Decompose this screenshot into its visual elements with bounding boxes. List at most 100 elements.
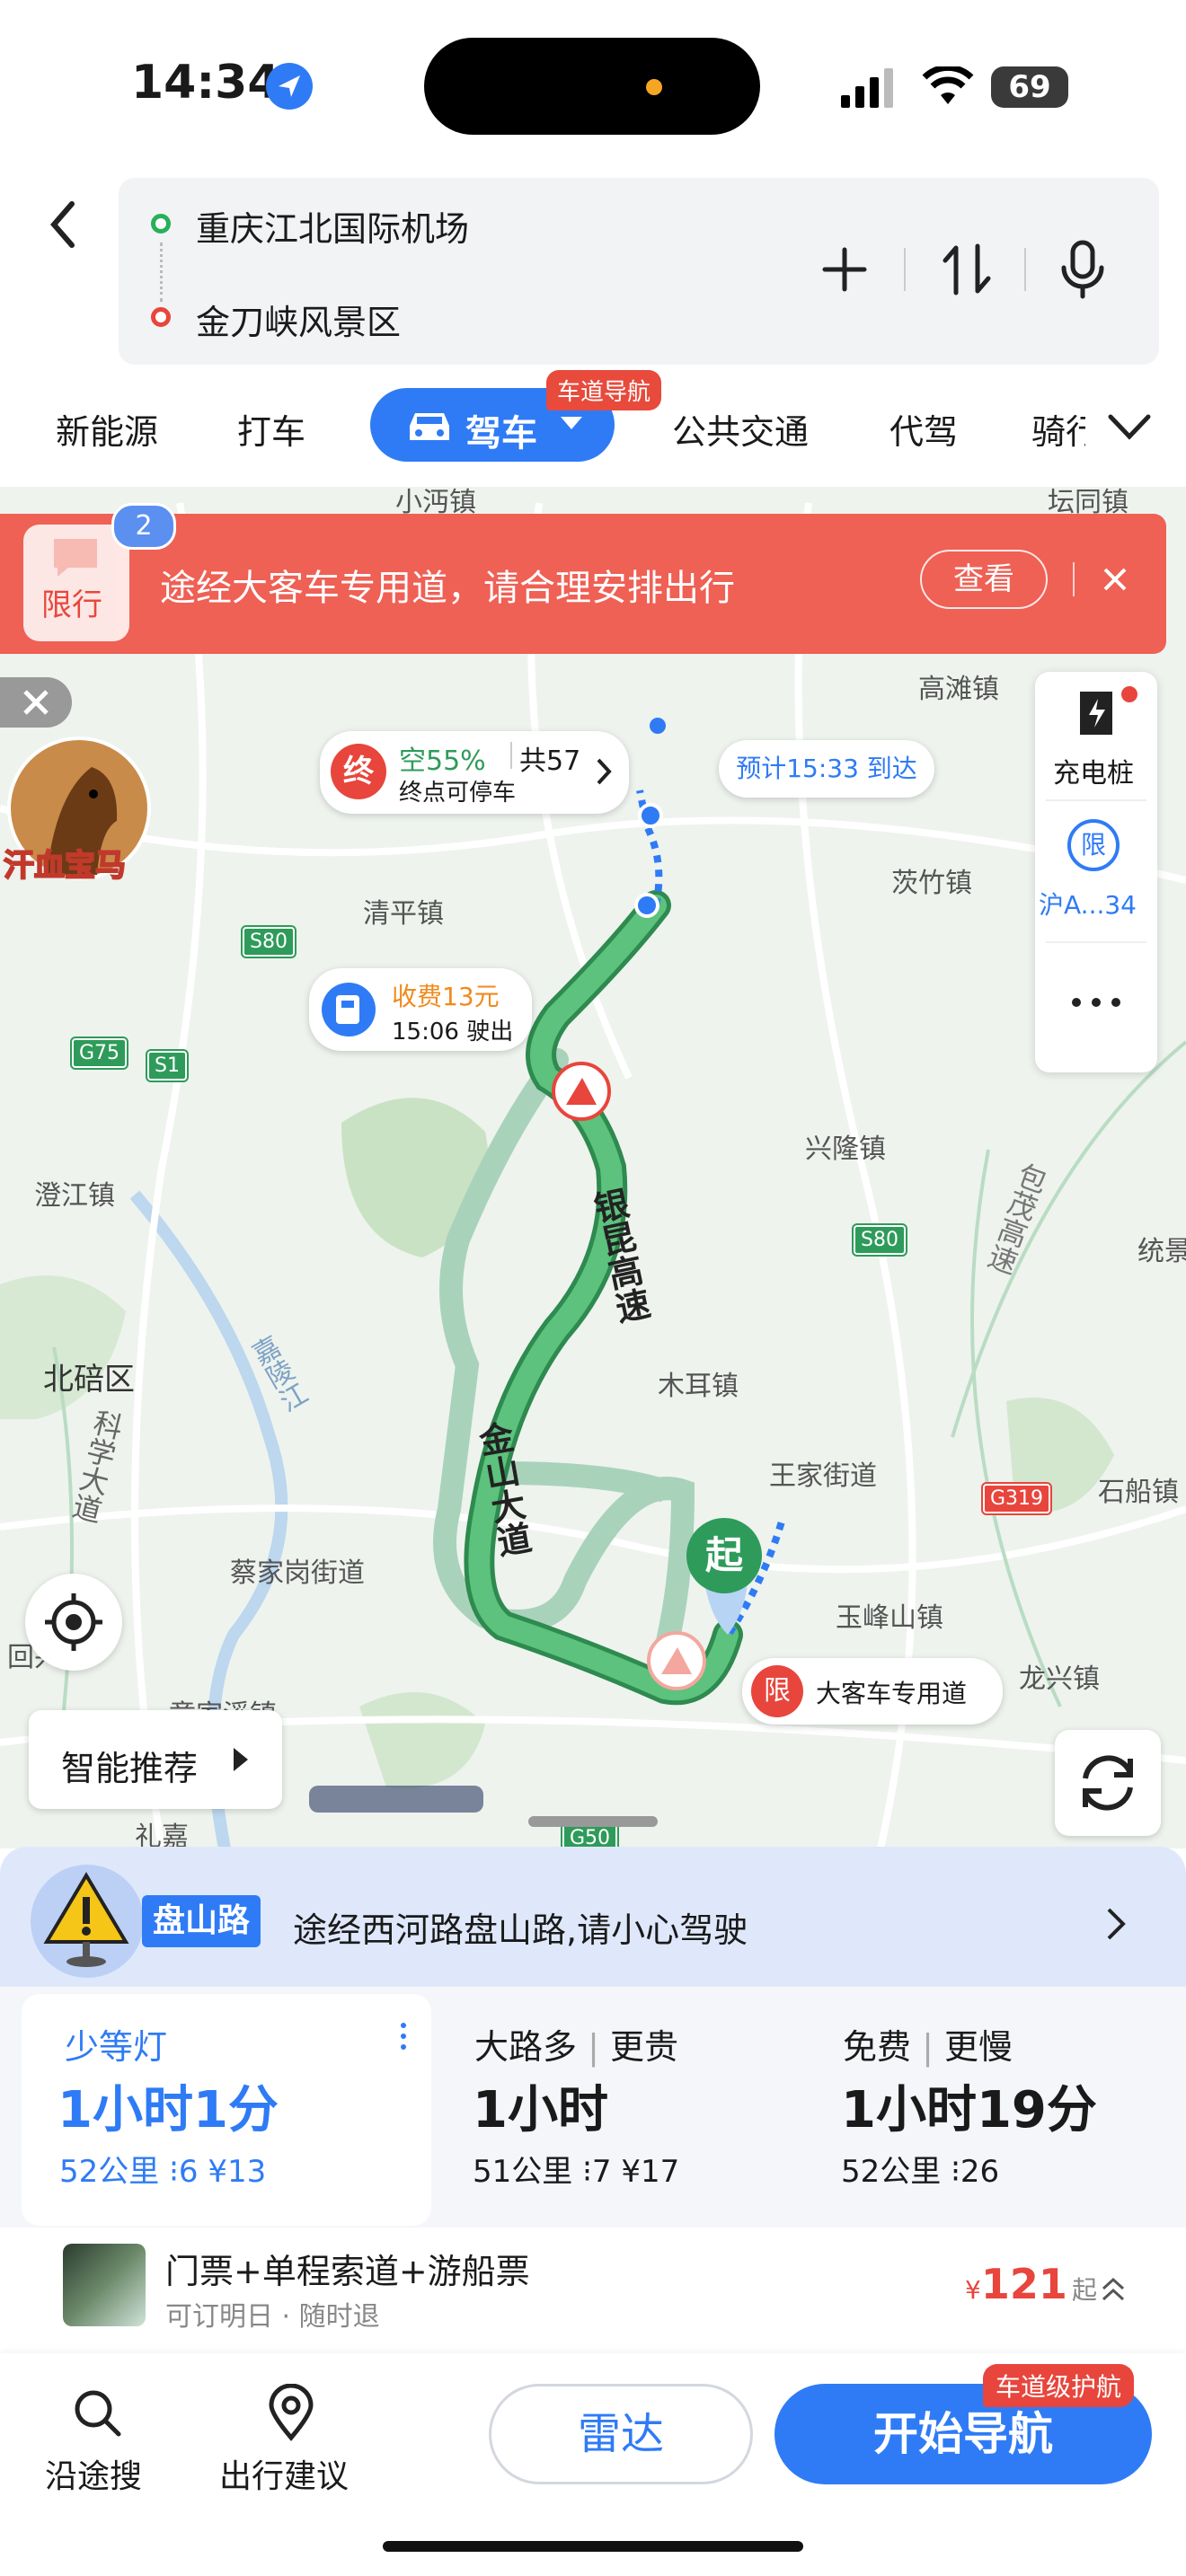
tab-driving-label: 驾车 [465, 413, 537, 454]
locate-button[interactable] [25, 1574, 122, 1671]
chevron-down-icon [561, 417, 582, 429]
route-duration: 1小时1分 [58, 2081, 279, 2139]
swap-route-icon[interactable] [942, 241, 992, 298]
message-icon [54, 539, 97, 577]
chevron-up-icon[interactable] [1100, 2276, 1127, 2303]
road-warning[interactable]: 盘山路 途经西河路盘山路,请小心驾驶 [0, 1847, 1186, 1998]
route-option-card[interactable]: 少等灯 1小时1分 52公里 ⁝6 ¥13 [22, 1994, 431, 2226]
close-mascot-button[interactable] [0, 677, 72, 728]
chevron-right-icon [1107, 1908, 1126, 1940]
road-shield: S80 [241, 925, 296, 958]
tab-taxi[interactable]: 打车 [237, 404, 305, 454]
more-options-icon[interactable] [399, 2021, 408, 2051]
ticket-offer[interactable]: 门票+单程索道+游船票 可订明日 · 随时退 ¥121 起 [22, 2228, 1164, 2346]
traffic-light-icon: ⁝ [169, 2154, 179, 2190]
route-title: 大路多 | 更贵 [474, 2027, 678, 2067]
travel-advice-button[interactable]: 出行建议 [214, 2382, 367, 2499]
road-shield: G75 [69, 1037, 129, 1070]
add-stop-icon[interactable] [819, 244, 870, 295]
parking-callout[interactable]: 终 空55% 共57 终点可停车 [320, 731, 629, 814]
sheet-drag-handle[interactable] [528, 1816, 658, 1827]
voice-input-icon[interactable] [1058, 239, 1107, 302]
status-bar: 14:34 69 [0, 0, 1186, 171]
notification-dot [1121, 686, 1137, 702]
place-label: 蔡家岗街道 [230, 1557, 365, 1589]
tab-cycling[interactable]: 骑行 [1031, 404, 1085, 454]
toll-callout[interactable]: 收费13元 15:06 驶出 [309, 968, 532, 1051]
alert-message: 途经大客车专用道，请合理安排出行 [160, 568, 735, 609]
locate-icon [45, 1593, 102, 1651]
route-duration: 1小时 [473, 2081, 608, 2139]
parking-note: 终点可停车 [399, 780, 517, 807]
traffic-light-count: 6 [178, 2154, 199, 2190]
place-label: 龙兴镇 [1019, 1663, 1100, 1695]
route-meta: 52公里 ⁝26 [841, 2147, 999, 2191]
origin-dot-icon [151, 214, 171, 234]
destination-field[interactable]: 金刀峡风景区 [196, 295, 401, 344]
route-fee: ¥13 [208, 2154, 267, 2190]
bus-lane-callout[interactable]: 限 大客车专用道 [742, 1658, 1003, 1725]
route-option-card[interactable]: 大路多 | 更贵 1小时 51公里 ⁝7 ¥17 [446, 1994, 805, 2226]
plate-restriction-button[interactable]: 限 沪A...34 [1035, 807, 1157, 934]
winding-road-tag: 盘山路 [142, 1895, 261, 1947]
toll-exit: 15:06 驶出 [392, 1019, 514, 1045]
tab-new-energy[interactable]: 新能源 [56, 404, 158, 454]
tab-transit[interactable]: 公共交通 [672, 404, 809, 454]
charging-label: 充电桩 [1053, 758, 1134, 790]
ticket-thumbnail [63, 2244, 146, 2326]
road-shield: G50 [560, 1822, 620, 1848]
restriction-label: 限行 [41, 587, 102, 623]
traffic-light-count: 7 [591, 2154, 612, 2190]
restriction-icon: 限 [1067, 819, 1120, 871]
search-along-button[interactable]: 沿途搜 [41, 2382, 158, 2499]
plate-number: 沪A...34 [1039, 890, 1137, 920]
smart-recommend-label: 智能推荐 [61, 1749, 199, 1788]
parking-total: 共57 [519, 745, 581, 777]
eta-callout: 预计15:33 到达 [719, 740, 934, 798]
more-dots-icon [1072, 998, 1120, 1007]
route-title: 少等灯 [65, 2027, 168, 2067]
restriction-badge: 限行 [23, 525, 129, 641]
ticket-price: ¥121 起 [965, 2260, 1097, 2308]
map-view[interactable]: 小沔镇 坛同镇 高滩镇 清平镇 茨竹镇 澄江镇 兴隆镇 北碚区 木耳镇 统景 王… [0, 487, 1186, 1848]
place-label: 北碚区 [43, 1362, 135, 1398]
dynamic-island [424, 38, 760, 135]
traffic-light-count: 26 [960, 2154, 1000, 2190]
charging-button[interactable]: 充电桩 [1035, 672, 1157, 799]
search-icon [75, 2390, 121, 2437]
origin-field[interactable]: 重庆江北国际机场 [196, 201, 469, 251]
route-distance: 52公里 [841, 2154, 942, 2190]
place-label: 高滩镇 [918, 674, 999, 705]
battery-icon: 69 [991, 66, 1068, 108]
start-marker: 起 [686, 1518, 762, 1593]
more-button[interactable] [1035, 950, 1157, 1067]
play-icon [234, 1748, 248, 1771]
alert-view-button[interactable]: 查看 [920, 550, 1048, 609]
place-label: 石船镇 [1098, 1477, 1179, 1508]
route-fee: ¥17 [621, 2154, 680, 2190]
tab-chauffeur[interactable]: 代驾 [890, 404, 958, 454]
recording-dot [646, 79, 662, 95]
road-shield: G319 [980, 1482, 1053, 1515]
status-time: 14:34 [131, 56, 280, 110]
map-side-panel: 充电桩 限 沪A...34 [1035, 672, 1157, 1072]
place-label: 澄江镇 [34, 1180, 115, 1212]
back-button[interactable] [41, 193, 86, 256]
smart-recommend-button[interactable]: 智能推荐 [29, 1710, 282, 1809]
close-alert-icon[interactable] [1100, 564, 1130, 595]
radar-button[interactable]: 雷达 [489, 2384, 753, 2484]
lane-nav-badge: 车道导航 [546, 370, 662, 410]
travel-advice-label: 出行建议 [219, 2458, 350, 2495]
parking-free: 空55% [399, 745, 486, 777]
car-icon [410, 413, 449, 440]
refresh-button[interactable] [1055, 1730, 1161, 1836]
home-indicator [383, 2541, 803, 2552]
route-option-card[interactable]: 免费 | 更慢 1小时19分 52公里 ⁝26 [814, 1994, 1173, 2226]
route-meta: 52公里 ⁝6 ¥13 [59, 2147, 266, 2191]
place-label: 茨竹镇 [891, 868, 972, 899]
more-tabs-chevron-icon[interactable] [1107, 411, 1152, 442]
map-canvas [0, 502, 1186, 1848]
ticket-subtitle: 可订明日 · 随时退 [165, 2301, 380, 2333]
construction-icon [647, 1631, 706, 1690]
place-label: 兴隆镇 [805, 1134, 886, 1165]
